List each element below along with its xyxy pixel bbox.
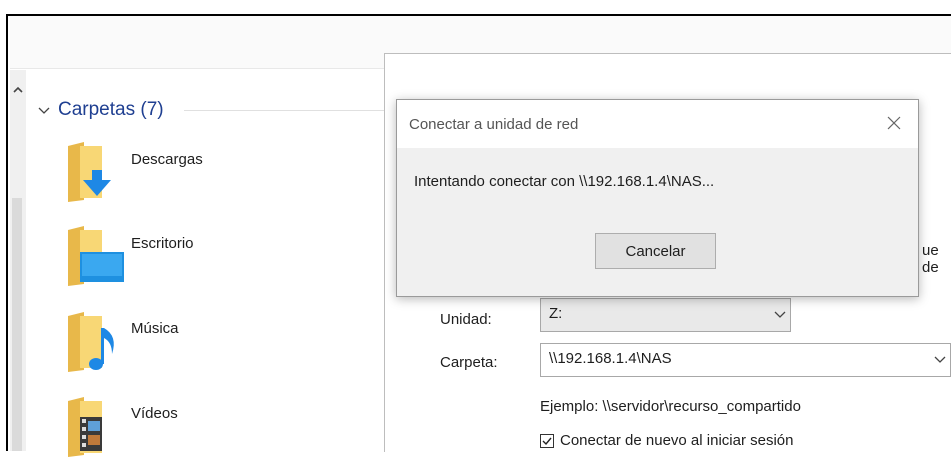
- dialog-message: Intentando conectar con \\192.168.1.4\NA…: [414, 173, 715, 190]
- window-border-left: [0, 14, 8, 451]
- chevron-down-icon: [38, 107, 50, 114]
- wizard-partial-text: ue de: [922, 242, 939, 276]
- window-top-edge: [0, 0, 951, 14]
- scrollbar-thumb[interactable]: [12, 198, 22, 451]
- desktop-folder-icon[interactable]: [66, 224, 126, 288]
- folder-label-musica[interactable]: Música: [131, 320, 179, 337]
- chevron-down-icon: [774, 311, 786, 318]
- connecting-progress-dialog: Conectar a unidad de red Intentando cone…: [396, 99, 919, 297]
- drive-select-value: Z:: [549, 305, 563, 322]
- folder-path-value: \\192.168.1.4\NAS: [549, 350, 672, 367]
- checkmark-icon: [542, 437, 552, 445]
- music-folder-icon[interactable]: [66, 310, 126, 374]
- downloads-folder-icon[interactable]: [66, 140, 126, 204]
- folder-label: Carpeta:: [440, 354, 498, 371]
- close-icon[interactable]: [885, 114, 903, 132]
- chevron-down-icon[interactable]: [933, 352, 947, 366]
- folder-label-escritorio[interactable]: Escritorio: [131, 235, 194, 252]
- folder-path-combobox[interactable]: \\192.168.1.4\NAS: [540, 343, 951, 377]
- scroll-up-arrow-icon[interactable]: [12, 84, 24, 96]
- reconnect-checkbox[interactable]: [540, 433, 554, 448]
- drive-label: Unidad:: [440, 311, 492, 328]
- videos-folder-icon[interactable]: [66, 395, 126, 459]
- path-example-hint: Ejemplo: \\servidor\recurso_compartido: [540, 398, 801, 415]
- drive-select[interactable]: Z:: [540, 298, 791, 332]
- cancel-button[interactable]: Cancelar: [595, 233, 716, 269]
- folder-label-videos[interactable]: Vídeos: [131, 405, 178, 422]
- reconnect-label[interactable]: Conectar de nuevo al iniciar sesión: [560, 432, 793, 449]
- group-title: Carpetas (7): [58, 99, 164, 120]
- folders-group-header[interactable]: Carpetas (7): [36, 98, 164, 122]
- folder-label-descargas[interactable]: Descargas: [131, 151, 203, 168]
- dialog-titlebar[interactable]: Conectar a unidad de red: [397, 100, 918, 148]
- reconnect-checkbox-row[interactable]: Conectar de nuevo al iniciar sesión: [540, 432, 793, 449]
- dialog-title: Conectar a unidad de red: [409, 116, 579, 133]
- group-divider: [184, 110, 384, 111]
